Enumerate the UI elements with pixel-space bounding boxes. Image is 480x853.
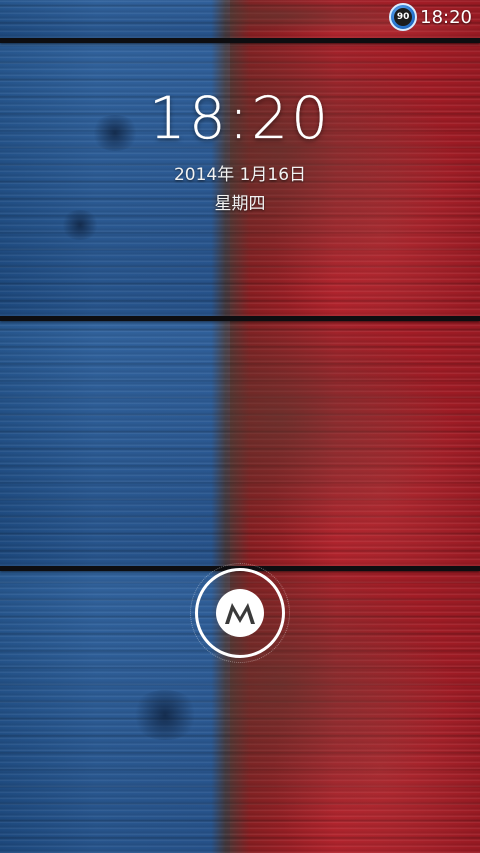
battery-icon: 90 <box>389 3 418 31</box>
lockscreen-clock: 18:20 <box>148 84 332 152</box>
lockscreen-date: 2014年 1月16日 <box>173 165 307 185</box>
status-bar-time: 18:20 <box>420 6 472 28</box>
battery-level: 90 <box>394 8 413 26</box>
lockscreen-weekday: 星期四 <box>214 194 266 214</box>
status-bar: 90 18:20 <box>0 0 480 34</box>
unlock-handle[interactable] <box>195 568 285 658</box>
motorola-logo-icon <box>216 589 264 637</box>
lock-screen: 90 18:20 18:20 2014年 1月16日 星期四 <box>0 0 480 853</box>
